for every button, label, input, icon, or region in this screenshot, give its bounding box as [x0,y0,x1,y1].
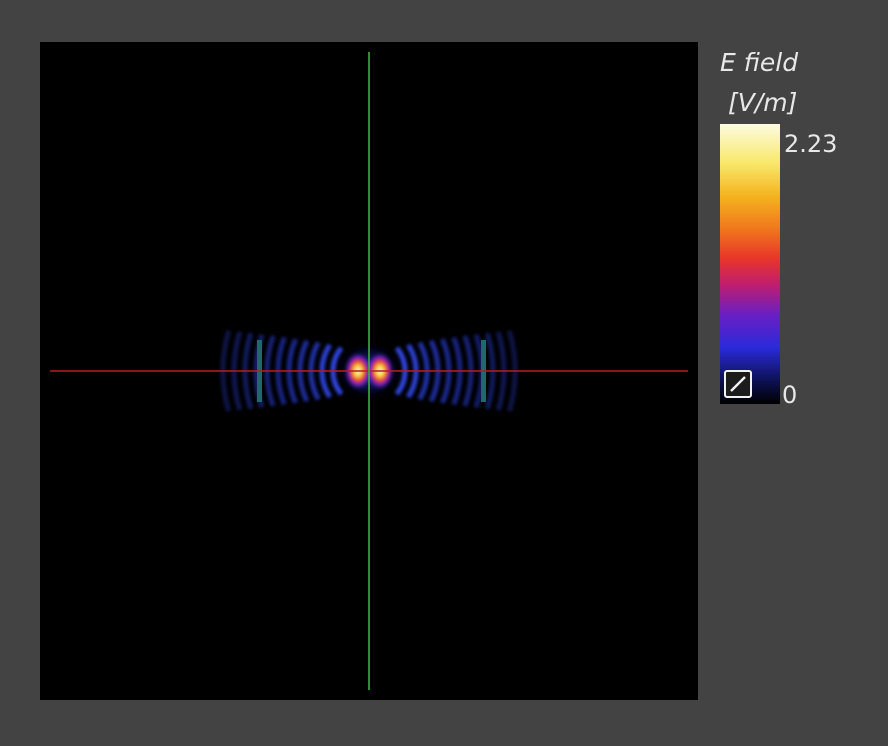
colorbar-max-label: 2.23 [784,130,838,158]
colorbar-gradient [720,124,780,404]
diagonal-scale-toggle-icon [730,376,746,392]
colorbar-title: E field [V/m] [720,48,798,118]
colorbar-min-label: 0 [782,381,798,409]
colorbar-scale-toggle-button[interactable] [724,370,752,398]
colorbar [720,124,780,404]
colorbar-title-unit: [V/m] [728,88,798,117]
colorbar-title-quantity: E field [720,48,799,77]
field-viewport[interactable] [40,42,698,700]
